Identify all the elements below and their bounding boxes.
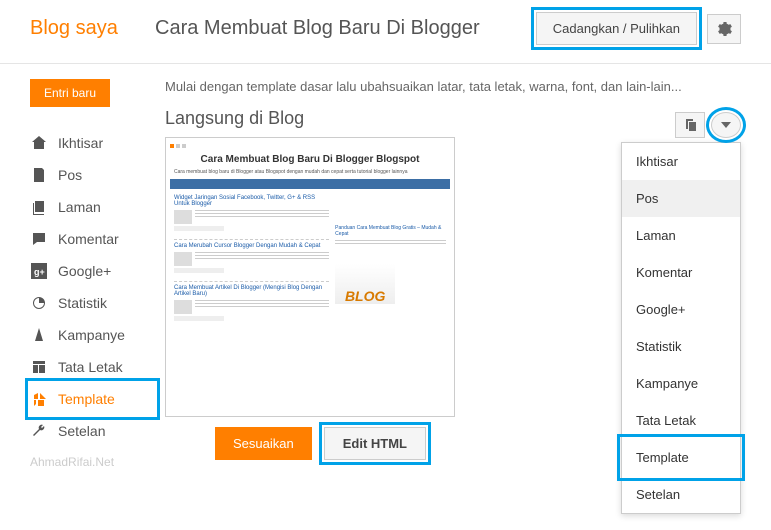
dropdown-item-ikhtisar[interactable]: Ikhtisar [622,143,740,180]
sidebar-item-label: Google+ [58,263,111,279]
sidebar-item-label: Setelan [58,423,105,439]
preview-post: Cara Merubah Cursor Blogger Dengan Mudah… [174,243,329,273]
preview-blog-title: Cara Membuat Blog Baru Di Blogger Blogsp… [170,154,450,165]
svg-text:g+: g+ [34,267,45,277]
sidebar-item-tataletak[interactable]: Tata Letak [30,351,155,383]
googleplus-icon: g+ [30,262,48,280]
template-preview[interactable]: Cara Membuat Blog Baru Di Blogger Blogsp… [165,137,455,417]
brand-title: Blog saya [30,17,155,40]
header: Blog saya Cara Membuat Blog Baru Di Blog… [0,0,771,64]
home-icon [30,134,48,152]
dropdown-item-template[interactable]: Template [622,439,740,476]
sidebar-item-googleplus[interactable]: g+ Google+ [30,255,155,287]
settings-gear-button[interactable] [707,14,741,44]
dropdown-item-komentar[interactable]: Komentar [622,254,740,291]
caret-down-icon [721,122,731,128]
sidebar-item-label: Laman [58,199,101,215]
dropdown-toggle-button[interactable] [711,112,741,138]
new-entry-button[interactable]: Entri baru [30,79,110,107]
sidebar-item-pos[interactable]: Pos [30,159,155,191]
sidebar: Entri baru Ikhtisar Pos Laman Komentar g… [0,64,155,469]
dropdown-item-tataletak[interactable]: Tata Letak [622,402,740,439]
preview-topbar [170,142,450,150]
preview-blog-graphic: BLOG [335,264,395,304]
preview-navbar [170,179,450,189]
sidebar-item-laman[interactable]: Laman [30,191,155,223]
customize-button[interactable]: Sesuaikan [215,427,312,460]
copy-icon-button[interactable] [675,112,705,138]
sidebar-item-statistik[interactable]: Statistik [30,287,155,319]
sidebar-item-komentar[interactable]: Komentar [30,223,155,255]
campaign-icon [30,326,48,344]
sidebar-item-label: Komentar [58,231,119,247]
dropdown-area: Ikhtisar Pos Laman Komentar Google+ Stat… [621,112,741,514]
watermark: AhmadRifai.Net [30,447,155,469]
stats-icon [30,294,48,312]
dropdown-item-setelan[interactable]: Setelan [622,476,740,513]
dropdown-item-kampanye[interactable]: Kampanye [622,365,740,402]
comment-icon [30,230,48,248]
intro-text: Mulai dengan template dasar lalu ubahsua… [165,79,741,94]
layout-icon [30,358,48,376]
dropdown-item-laman[interactable]: Laman [622,217,740,254]
page-title: Cara Membuat Blog Baru Di Blogger [155,17,536,40]
backup-restore-button[interactable]: Cadangkan / Pulihkan [536,12,697,45]
gear-icon [716,21,732,37]
preview-post: Widget Jaringan Sosial Facebook, Twitter… [174,195,329,231]
dropdown-item-statistik[interactable]: Statistik [622,328,740,365]
sidebar-item-label: Kampanye [58,327,125,343]
preview-post: Cara Membuat Artikel Di Blogger (Mengisi… [174,285,329,321]
sidebar-item-template[interactable]: Template [30,383,155,415]
copy-icon [683,118,697,132]
sidebar-item-label: Pos [58,167,82,183]
sidebar-item-label: Ikhtisar [58,135,103,151]
sidebar-item-ikhtisar[interactable]: Ikhtisar [30,127,155,159]
dropdown-menu: Ikhtisar Pos Laman Komentar Google+ Stat… [621,142,741,514]
pages-icon [30,198,48,216]
sidebar-item-label: Statistik [58,295,107,311]
wrench-icon [30,422,48,440]
document-icon [30,166,48,184]
sidebar-item-label: Template [58,391,115,407]
sidebar-item-label: Tata Letak [58,359,123,375]
sidebar-item-kampanye[interactable]: Kampanye [30,319,155,351]
edit-html-button[interactable]: Edit HTML [324,427,426,460]
template-icon [30,390,48,408]
dropdown-item-googleplus[interactable]: Google+ [622,291,740,328]
preview-blog-subtitle: Cara membuat blog baru di Blogger atau B… [170,169,450,175]
dropdown-item-pos[interactable]: Pos [622,180,740,217]
sidebar-item-setelan[interactable]: Setelan [30,415,155,447]
